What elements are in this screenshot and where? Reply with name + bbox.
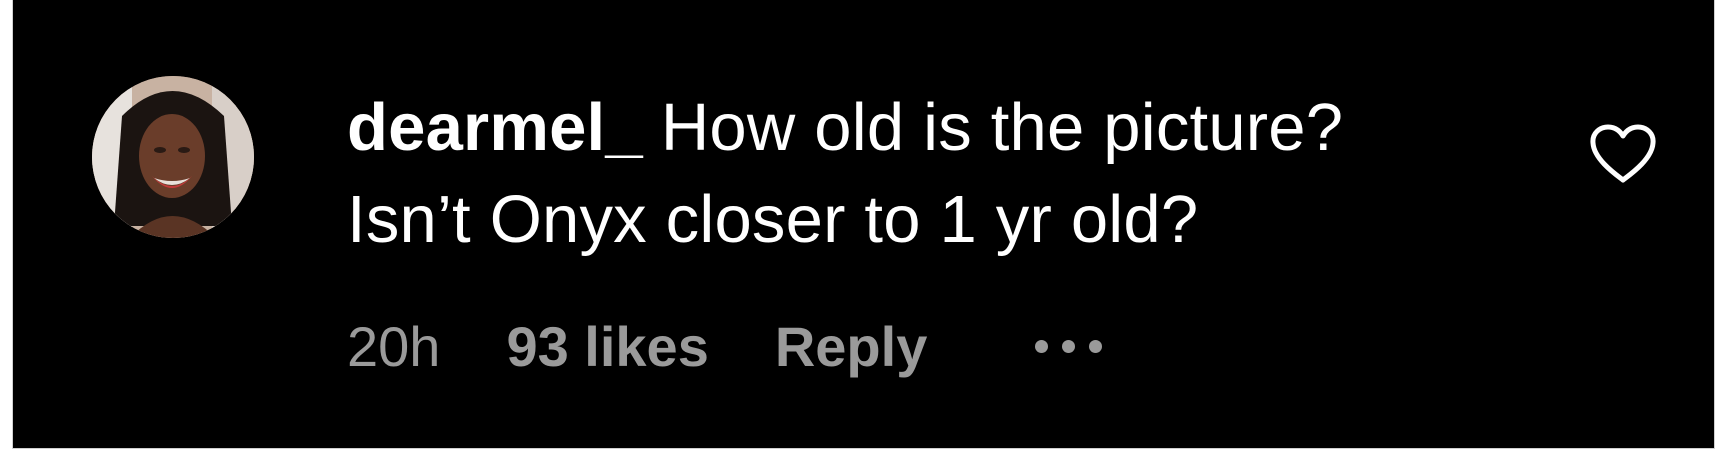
- comment-text-line-2: Isn’t Onyx closer to 1 yr old?: [347, 182, 1199, 257]
- comment-meta-row: 20h 93 likes Reply: [347, 306, 1103, 386]
- likes-count-button[interactable]: 93 likes: [506, 314, 708, 379]
- comment-username[interactable]: dearmel_: [347, 90, 643, 165]
- more-dot: [1035, 339, 1049, 353]
- screenshot-frame: dearmel_ How old is the picture? Isn’t On…: [0, 0, 1724, 454]
- avatar[interactable]: [92, 76, 254, 238]
- more-dot: [1089, 339, 1103, 353]
- more-dot: [1062, 339, 1076, 353]
- reply-button[interactable]: Reply: [775, 314, 928, 379]
- comment-text-line-1: How old is the picture?: [660, 90, 1344, 165]
- avatar-photo: [92, 76, 254, 238]
- comment-timestamp: 20h: [347, 314, 441, 378]
- more-options-icon[interactable]: [1035, 306, 1103, 386]
- heart-outline-icon[interactable]: [1590, 124, 1656, 184]
- comment-item: dearmel_ How old is the picture? Isn’t On…: [12, 0, 1715, 449]
- comment-body: dearmel_ How old is the picture? Isn’t On…: [347, 82, 1497, 266]
- comment-line-1: dearmel_ How old is the picture?: [347, 82, 1497, 174]
- heart-outline-svg: [1590, 124, 1656, 183]
